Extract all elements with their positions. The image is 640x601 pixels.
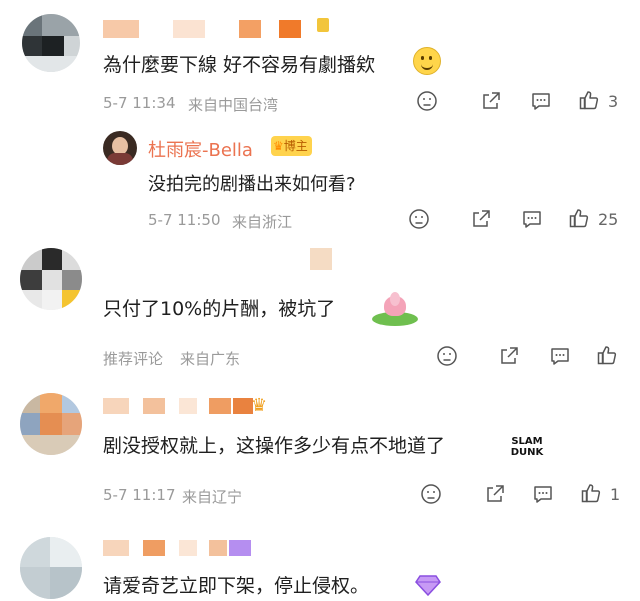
avatar[interactable] xyxy=(20,248,82,310)
share-icon[interactable] xyxy=(498,345,520,367)
blogger-badge: ♛博主 xyxy=(271,136,312,156)
reply-avatar[interactable] xyxy=(103,131,137,165)
username-blurred[interactable] xyxy=(310,248,332,270)
like-count: 3 xyxy=(608,92,619,111)
like-icon[interactable] xyxy=(580,482,602,504)
avatar[interactable] xyxy=(20,393,82,455)
avatar[interactable] xyxy=(22,14,80,72)
like-icon[interactable] xyxy=(568,207,590,229)
like-icon[interactable] xyxy=(596,344,618,366)
username-blurred[interactable]: ♛ xyxy=(103,396,273,416)
comment-icon[interactable] xyxy=(532,483,554,505)
timestamp: 5-7 11:17 xyxy=(103,486,176,504)
dislike-icon[interactable] xyxy=(416,90,438,112)
like-count: 25 xyxy=(598,210,619,229)
comment-text: 為什麼要下線 好不容易有劇播欸 xyxy=(103,54,376,76)
dislike-icon[interactable] xyxy=(436,345,458,367)
share-icon[interactable] xyxy=(480,90,502,112)
share-icon[interactable] xyxy=(484,483,506,505)
username-blurred[interactable] xyxy=(103,18,343,40)
like-count: 1 xyxy=(610,485,621,504)
comment-text: 剧没授权就上，这操作多少有点不地道了 xyxy=(103,435,446,457)
share-icon[interactable] xyxy=(470,208,492,230)
timestamp: 5-7 11:34 xyxy=(103,94,176,112)
avatar[interactable] xyxy=(20,537,82,599)
location: 来自中国台湾 xyxy=(188,96,279,114)
reply-username[interactable]: 杜雨宸-Bella xyxy=(148,136,253,162)
crown-icon: ♛ xyxy=(273,139,284,153)
crown-icon: ♛ xyxy=(251,395,268,416)
reply-text: 没拍完的剧播出来如何看? xyxy=(148,174,356,195)
sticker-label: SLAM DUNK xyxy=(510,436,544,458)
comment-text: 只付了10%的片酬，被坑了 xyxy=(103,298,336,320)
comment-text: 请爱奇艺立即下架，停止侵权。 xyxy=(103,575,370,597)
like-icon[interactable] xyxy=(578,89,600,111)
username-blurred[interactable] xyxy=(103,538,253,558)
badge-label: 博主 xyxy=(283,139,308,153)
recommended-label: 推荐评论 xyxy=(103,350,164,368)
slam-dunk-sticker: SLAM DUNK xyxy=(508,436,546,464)
reply-timestamp: 5-7 11:50 xyxy=(148,211,221,229)
comment-icon[interactable] xyxy=(521,208,543,230)
diamond-icon xyxy=(415,574,441,597)
comment-icon[interactable] xyxy=(530,90,552,112)
reply-location: 来自浙江 xyxy=(232,213,293,231)
smile-emoji-icon xyxy=(413,47,441,75)
lotus-sticker xyxy=(370,290,420,330)
location: 来自辽宁 xyxy=(182,488,243,506)
dislike-icon[interactable] xyxy=(408,208,430,230)
location: 来自广东 xyxy=(180,350,241,368)
comment-icon[interactable] xyxy=(549,345,571,367)
dislike-icon[interactable] xyxy=(420,483,442,505)
